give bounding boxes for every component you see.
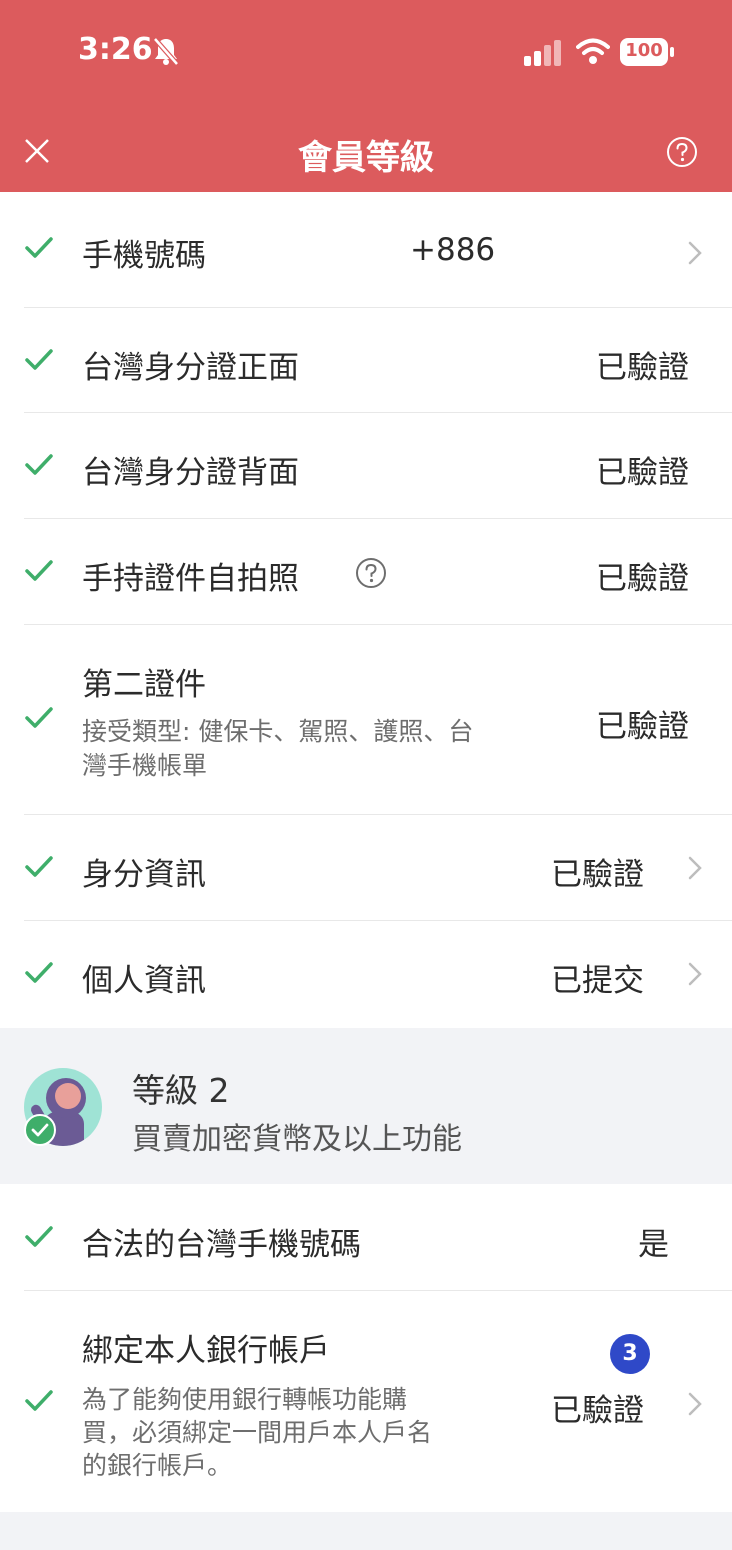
status-value: 已驗證 (551, 857, 644, 893)
chevron-right-icon (688, 962, 702, 986)
row-label: 台灣身分證正面 (82, 350, 299, 386)
chevron-right-icon (688, 1392, 702, 1416)
help-icon[interactable] (355, 557, 387, 589)
phone-number-value: +886 (410, 232, 496, 268)
row-personal-info[interactable]: 個人資訊 已提交 (0, 921, 732, 1027)
check-icon (25, 856, 53, 877)
row-identity-info[interactable]: 身分資訊 已驗證 (0, 815, 732, 920)
row-selfie-with-id: 手持證件自拍照 已驗證 (0, 519, 732, 624)
row-description-line: 為了能夠使用銀行轉帳功能購 (82, 1385, 408, 1414)
battery-level: 100 (625, 40, 663, 61)
level-subtitle: 買賣加密貨幣及以上功能 (132, 1122, 462, 1157)
chevron-right-icon (688, 241, 702, 265)
status-value: 已驗證 (596, 561, 689, 597)
row-id-card-front: 台灣身分證正面 已驗證 (0, 308, 732, 412)
wifi-icon (576, 38, 610, 64)
check-icon (25, 454, 53, 475)
chevron-right-icon (688, 856, 702, 880)
row-label: 手機號碼 (82, 238, 206, 274)
verified-check-icon (24, 1114, 56, 1146)
status-value: 是 (638, 1227, 669, 1263)
bell-muted-icon (153, 37, 179, 66)
row-label: 綁定本人銀行帳戶 (82, 1333, 330, 1369)
row-label: 手持證件自拍照 (82, 561, 299, 597)
level-section-header (0, 1028, 732, 1184)
row-label: 第二證件 (82, 667, 206, 703)
row-taiwan-phone: 合法的台灣手機號碼 是 (0, 1185, 732, 1290)
status-time: 3:26 (78, 32, 153, 67)
status-value: 已驗證 (596, 709, 689, 745)
check-icon (25, 1226, 53, 1247)
row-label: 個人資訊 (82, 963, 206, 999)
row-bind-bank-account[interactable]: 綁定本人銀行帳戶 為了能夠使用銀行轉帳功能購 買，必須綁定一間用戶本人戶名 的銀… (0, 1291, 732, 1512)
row-second-id: 第二證件 接受類型: 健保卡、駕照、護照、台 灣手機帳單 已驗證 (0, 625, 732, 814)
check-icon (25, 1390, 53, 1411)
status-value: 已驗證 (596, 350, 689, 386)
check-icon (25, 349, 53, 370)
row-label: 身分資訊 (82, 857, 206, 893)
row-description-line: 灣手機帳單 (82, 751, 208, 780)
status-value: 已驗證 (551, 1393, 644, 1429)
row-phone-number[interactable]: 手機號碼 +886 (0, 192, 732, 307)
check-icon (25, 707, 53, 728)
check-icon (25, 560, 53, 581)
app-header: 3:26 100 會員等級 (0, 0, 732, 192)
check-icon (25, 962, 53, 983)
page-title: 會員等級 (298, 138, 434, 178)
status-value: 已驗證 (596, 455, 689, 491)
row-description-line: 的銀行帳戶。 (82, 1451, 233, 1480)
row-label: 台灣身分證背面 (82, 455, 299, 491)
help-icon[interactable] (666, 136, 698, 168)
level-title: 等級 2 (132, 1071, 230, 1110)
row-label: 合法的台灣手機號碼 (82, 1227, 361, 1263)
check-icon (25, 237, 53, 258)
row-description-line: 接受類型: 健保卡、駕照、護照、台 (82, 717, 474, 746)
notification-badge: 3 (610, 1334, 650, 1374)
bottom-section-bg (0, 1512, 732, 1550)
cellular-signal-icon (524, 40, 561, 66)
status-value: 已提交 (551, 963, 644, 999)
row-description-line: 買，必須綁定一間用戶本人戶名 (82, 1418, 433, 1447)
row-id-card-back: 台灣身分證背面 已驗證 (0, 413, 732, 518)
